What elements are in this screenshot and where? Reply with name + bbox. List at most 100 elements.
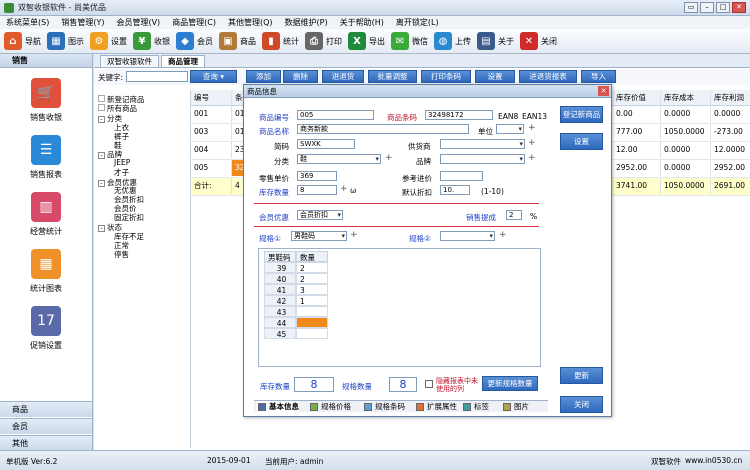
detail-tab-0[interactable]: 基本信息: [256, 401, 299, 412]
toolbar-4-button[interactable]: ◆ 会员: [176, 30, 213, 52]
supplier-select[interactable]: [440, 139, 525, 149]
menu-item[interactable]: 离开锁定(L): [396, 17, 439, 28]
detail-tab-4[interactable]: 标签: [461, 401, 489, 412]
close-window-icon[interactable]: ✕: [732, 2, 746, 13]
price-input[interactable]: 369: [297, 171, 337, 181]
action-button-2[interactable]: 进退货: [322, 70, 364, 83]
tab-1[interactable]: 商品管理: [161, 55, 205, 67]
stock-edit-icon[interactable]: ω: [350, 186, 356, 195]
minimize-icon[interactable]: –: [700, 2, 714, 13]
spec-qty-cell[interactable]: [296, 328, 328, 339]
sidebar-item-2[interactable]: ▥ 经营统计: [0, 192, 92, 237]
sidebar-item-1[interactable]: ☰ 销售报表: [0, 135, 92, 180]
detail-tab-1[interactable]: 规格价格: [308, 401, 351, 412]
toolbar-2-button[interactable]: ⚙ 设置: [90, 30, 127, 52]
toolbar-12-button[interactable]: ✕ 关闭: [520, 30, 557, 52]
ref-price-input[interactable]: [440, 171, 483, 181]
add-icon[interactable]: +: [528, 139, 536, 148]
toolbar-5-button[interactable]: ▣ 商品: [219, 30, 256, 52]
spec-qty-cell[interactable]: [296, 317, 328, 328]
action-button-6[interactable]: 进退货报表: [519, 70, 577, 83]
detail-tab-5[interactable]: 图片: [501, 401, 529, 412]
grid-header-cell[interactable]: 编号: [191, 90, 232, 106]
update-spec-button[interactable]: 更新规格数量: [482, 376, 538, 391]
toolbar-0-button[interactable]: ⌂ 导航: [4, 30, 41, 52]
sidebar-tab-1[interactable]: 会员: [0, 418, 92, 434]
update-button[interactable]: 更新: [560, 367, 603, 384]
brand-select[interactable]: [440, 154, 525, 164]
tree-node[interactable]: 停售: [114, 249, 129, 260]
toolbar-6-button[interactable]: ▮ 统计: [262, 30, 299, 52]
expand-icon[interactable]: -: [98, 116, 105, 123]
add-icon[interactable]: +: [499, 231, 507, 240]
menu-item[interactable]: 商品管理(C): [172, 17, 216, 28]
hide-columns-checkbox[interactable]: [425, 380, 433, 388]
tree-node[interactable]: JEEP: [114, 158, 130, 167]
spec-qty-cell[interactable]: 3: [296, 284, 328, 295]
grid-header-cell[interactable]: 库存价值: [613, 90, 661, 106]
name-input[interactable]: 商务新款: [297, 124, 469, 134]
spec-qty-cell[interactable]: [296, 306, 328, 317]
spec2-select[interactable]: [440, 231, 495, 241]
menu-item[interactable]: 关于帮助(H): [340, 17, 384, 28]
add-icon[interactable]: +: [528, 154, 536, 163]
discount-input[interactable]: 10.: [440, 185, 470, 195]
toolbar-10-button[interactable]: ◍ 上传: [434, 30, 471, 52]
toolbar-11-button[interactable]: ▤ 关于: [477, 30, 514, 52]
dialog-close-icon[interactable]: ✕: [598, 86, 609, 96]
action-button-4[interactable]: 打印条码: [421, 70, 471, 83]
expand-icon[interactable]: -: [98, 225, 105, 232]
member-select[interactable]: 会员折扣: [297, 210, 343, 220]
toolbar-1-button[interactable]: ▦ 图示: [47, 30, 84, 52]
sidebar-tab-0[interactable]: 商品: [0, 401, 92, 417]
sidebar-item-0[interactable]: 🛒 销售收银: [0, 78, 92, 123]
detail-tab-3[interactable]: 扩展属性: [414, 401, 457, 412]
expand-icon[interactable]: -: [98, 152, 105, 159]
query-button[interactable]: 查询 ▾: [190, 70, 237, 83]
expand-icon[interactable]: -: [98, 180, 105, 187]
sidebar-item-4[interactable]: 17 促销设置: [0, 306, 92, 351]
maximize-icon[interactable]: □: [716, 2, 730, 13]
restore-icon[interactable]: ▭: [684, 2, 698, 13]
spec-qty-cell[interactable]: 2: [296, 262, 328, 273]
sidebar-item-3[interactable]: ▦ 统计图表: [0, 249, 92, 294]
code-input[interactable]: 005: [297, 110, 374, 120]
sidebar-header[interactable]: 销售: [0, 54, 92, 68]
register-new-button[interactable]: 登记新商品: [560, 106, 603, 123]
action-button-0[interactable]: 添加: [246, 70, 281, 83]
spec1-select[interactable]: 男鞋码: [291, 231, 347, 241]
toolbar-9-button[interactable]: ✉ 微信: [391, 30, 428, 52]
menu-item[interactable]: 其他管理(Q): [228, 17, 273, 28]
spec-qty-cell[interactable]: 1: [296, 295, 328, 306]
action-button-5[interactable]: 设置: [475, 70, 515, 83]
grid-header-cell[interactable]: 库存利润: [711, 90, 750, 106]
menu-item[interactable]: 会员管理(V): [116, 17, 160, 28]
action-button-7[interactable]: 导入: [581, 70, 616, 83]
detail-tab-2[interactable]: 规格条码: [362, 401, 405, 412]
unit-select[interactable]: [496, 124, 524, 134]
grid-header-cell[interactable]: 库存成本: [661, 90, 711, 106]
add-icon[interactable]: +: [350, 231, 358, 240]
close-button[interactable]: 关闭: [560, 396, 603, 413]
category-select[interactable]: 鞋: [297, 154, 381, 164]
action-button-1[interactable]: 删除: [283, 70, 318, 83]
add-icon[interactable]: +: [385, 154, 393, 163]
menu-item[interactable]: 系统菜单(S): [6, 17, 49, 28]
tab-0[interactable]: 双智收银软件: [100, 55, 159, 67]
menu-item[interactable]: 数据维护(P): [285, 17, 328, 28]
abbr-input[interactable]: SWXK: [297, 139, 355, 149]
stock-add-icon[interactable]: +: [340, 185, 348, 194]
toolbar-8-button[interactable]: X 导出: [348, 30, 385, 52]
keyword-input[interactable]: [126, 71, 188, 82]
sidebar-tab-2[interactable]: 其他: [0, 435, 92, 451]
barcode-input[interactable]: 32498172: [425, 110, 493, 120]
menu-item[interactable]: 销售管理(Y): [61, 17, 104, 28]
settings-button[interactable]: 设置: [560, 133, 603, 150]
action-button-3[interactable]: 批量调整: [368, 70, 417, 83]
stock-input[interactable]: 8: [297, 185, 337, 195]
commission-input[interactable]: 2: [506, 210, 522, 220]
add-icon[interactable]: +: [528, 124, 536, 133]
toolbar-3-button[interactable]: ¥ 收银: [133, 30, 170, 52]
spec-qty-cell[interactable]: 2: [296, 273, 328, 284]
toolbar-7-button[interactable]: ⎙ 打印: [305, 30, 342, 52]
